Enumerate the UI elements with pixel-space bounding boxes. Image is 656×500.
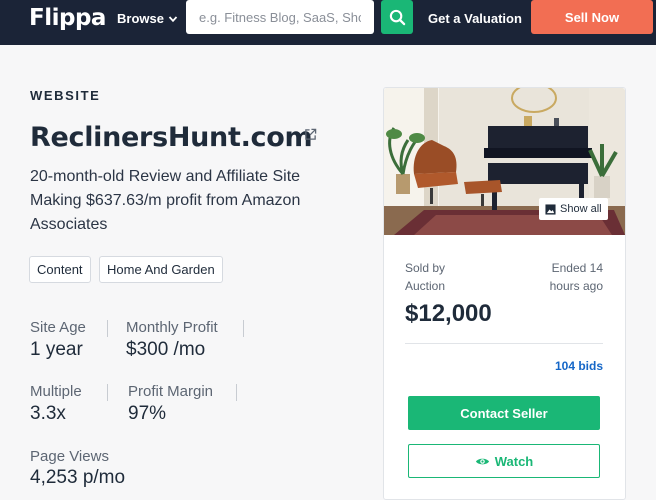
- multiple-value: 3.3x: [30, 403, 66, 424]
- image-icon: [545, 203, 556, 215]
- browse-menu-button[interactable]: Browse: [117, 11, 178, 26]
- profit-margin-label: Profit Margin: [128, 383, 214, 400]
- metric-divider: [107, 384, 108, 401]
- monthly-profit-value: $300 /mo: [126, 339, 206, 360]
- external-link-icon[interactable]: [304, 128, 317, 141]
- chevron-down-icon: [168, 15, 178, 22]
- search-button[interactable]: [381, 0, 413, 34]
- monthly-profit-label: Monthly Profit: [126, 319, 218, 336]
- browse-label: Browse: [117, 11, 164, 26]
- contact-seller-button[interactable]: Contact Seller: [408, 396, 600, 430]
- tag-content[interactable]: Content: [29, 256, 91, 283]
- listing-title: ReclinersHunt.com: [30, 122, 313, 153]
- show-all-photos-button[interactable]: Show all: [539, 198, 608, 220]
- sell-now-button[interactable]: Sell Now: [531, 0, 653, 34]
- multiple-label: Multiple: [30, 383, 82, 400]
- watch-button[interactable]: Watch: [408, 444, 600, 478]
- top-navbar: Flippa Browse Get a Valuation Sell Now: [0, 0, 656, 45]
- flippa-logo[interactable]: Flippa: [29, 5, 106, 31]
- profit-margin-value: 97%: [128, 403, 167, 424]
- metric-divider: [243, 320, 244, 337]
- card-divider: [405, 343, 603, 344]
- watch-label: Watch: [494, 453, 534, 469]
- get-valuation-link[interactable]: Get a Valuation: [428, 11, 522, 26]
- site-age-label: Site Age: [30, 319, 86, 336]
- show-all-label: Show all: [560, 203, 602, 215]
- listing-category: WEBSITE: [30, 88, 101, 103]
- listing-description: 20-month-old Review and Affiliate Site M…: [30, 168, 301, 233]
- sold-by-text: Sold by Auction: [405, 261, 446, 293]
- ended-time-text: Ended 14 hours ago: [549, 261, 603, 293]
- eye-icon: [475, 458, 489, 464]
- page-views-label: Page Views: [30, 448, 109, 465]
- sale-price: $12,000: [405, 300, 492, 327]
- metric-divider: [236, 384, 237, 401]
- search-input[interactable]: [186, 0, 374, 34]
- listing-summary-card: Show all Sold by Auction Ended 14 hours …: [383, 87, 626, 500]
- listing-photo[interactable]: Show all: [384, 88, 625, 235]
- page-views-value: 4,253 p/mo: [30, 467, 126, 488]
- site-age-value: 1 year: [30, 339, 83, 360]
- tag-home-and-garden[interactable]: Home And Garden: [99, 256, 223, 283]
- search-icon: [389, 9, 405, 25]
- bids-link[interactable]: 104 bids: [555, 359, 603, 373]
- metric-divider: [107, 320, 108, 337]
